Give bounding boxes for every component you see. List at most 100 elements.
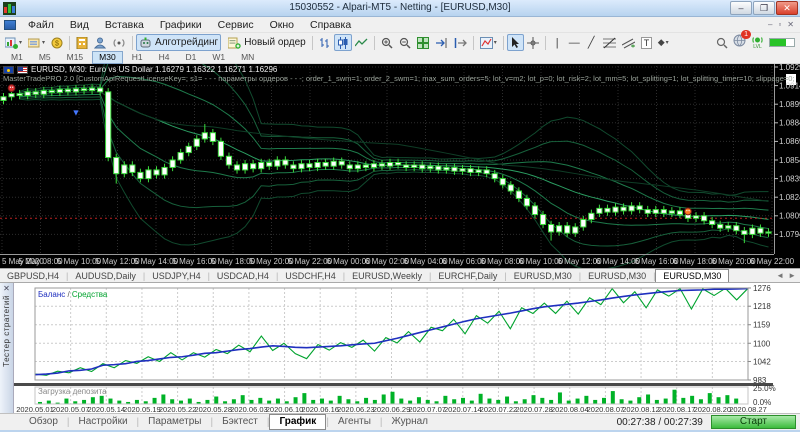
timeframe-M5[interactable]: M5	[32, 51, 58, 64]
tester-chart[interactable]: 1276121811591100104298325.0%0.0%Баланс /…	[0, 283, 800, 414]
chart-tab-GBPUSD,H4[interactable]: GBPUSD,H4	[0, 270, 66, 282]
data-window-button[interactable]	[73, 34, 91, 51]
tester-tab-График[interactable]: График	[269, 414, 327, 430]
data-window-icon	[76, 36, 88, 49]
zoom-in-icon	[381, 37, 393, 49]
chart-shift-icon	[454, 37, 467, 48]
maximize-button[interactable]: ❐	[753, 1, 775, 15]
history-center-button[interactable]: $	[48, 34, 66, 51]
new-order-button[interactable]: Новый ордер	[225, 34, 309, 51]
chart-window-icon	[4, 19, 16, 30]
horizontal-line-button[interactable]: —	[566, 34, 583, 51]
tabs-scroll-right-icon[interactable]: ►	[788, 271, 796, 280]
chart-tab-EURUSD,M30[interactable]: EURUSD,M30	[655, 268, 730, 283]
svg-text:1.08840: 1.08840	[779, 119, 800, 128]
tester-tab-Агенты[interactable]: Агенты	[329, 415, 380, 429]
svg-text:6 May 22:00: 6 May 22:00	[750, 257, 795, 266]
trendline-button[interactable]: ╱	[583, 34, 600, 51]
timeframe-H1[interactable]: H1	[125, 51, 150, 64]
menu-Сервис[interactable]: Сервис	[210, 18, 262, 32]
svg-text:1159: 1159	[753, 321, 771, 330]
svg-text:1.08540: 1.08540	[779, 156, 800, 165]
start-button[interactable]: Старт	[710, 415, 796, 429]
menu-Файл[interactable]: Файл	[20, 18, 62, 32]
svg-text:1100: 1100	[753, 339, 771, 348]
tester-tab-Параметры[interactable]: Параметры	[139, 415, 210, 429]
fibonacci-button[interactable]	[600, 34, 619, 51]
svg-text:T: T	[643, 38, 649, 48]
tester-tab-Обзор[interactable]: Обзор	[20, 415, 67, 429]
new-chart-button[interactable]: ▾	[2, 34, 25, 51]
timeframe-bar: M1 M5 M15 M30 H1 H4 D1 W1 MN	[0, 51, 800, 64]
algo-trading-button[interactable]: Алготрейдинг	[136, 34, 222, 51]
chart-tab-USDCAD,H4[interactable]: USDCAD,H4	[210, 270, 276, 282]
bars-chart-icon	[319, 37, 329, 48]
timeframe-M30[interactable]: M30	[92, 51, 123, 64]
auto-scroll-button[interactable]	[432, 34, 451, 51]
chart-tabs-bar: GBPUSD,H4 | AUDUSD,Daily | USDJPY,H4 | USDCAD,…	[0, 268, 800, 283]
search-icon[interactable]	[716, 37, 728, 49]
chart-tab-EURCHF,Daily[interactable]: EURCHF,Daily	[431, 270, 504, 282]
chart-tab-EURUSD,Weekly[interactable]: EURUSD,Weekly	[345, 270, 429, 282]
minimize-button[interactable]: –	[730, 1, 752, 15]
timeframe-H4[interactable]: H4	[152, 51, 177, 64]
contacts-button[interactable]	[91, 34, 109, 51]
svg-text:1042: 1042	[753, 357, 771, 366]
close-button[interactable]: ✕	[776, 1, 798, 15]
timeframe-D1[interactable]: D1	[178, 51, 203, 64]
zoom-out-button[interactable]	[396, 34, 414, 51]
profiles-button[interactable]: ▾	[25, 34, 48, 51]
mdi-minimize-icon[interactable]: –	[768, 20, 772, 29]
new-chart-icon	[5, 37, 18, 49]
symbol-ohlc-text: EURUSD, M30: Euro vs US Dollar 1.16279 1…	[31, 65, 278, 74]
timeframe-W1[interactable]: W1	[205, 51, 232, 64]
algo-trading-robot-icon	[140, 37, 151, 47]
tester-tab-Бэктест[interactable]: Бэктест	[213, 415, 267, 429]
vps-signal-icon[interactable]: LVL	[751, 36, 764, 49]
shapes-button[interactable]: ◆ ▾	[655, 34, 672, 51]
mdi-close-icon[interactable]: ✕	[787, 20, 794, 29]
svg-text:1218: 1218	[753, 302, 771, 311]
text-button[interactable]: T	[638, 34, 655, 51]
chart-shift-button[interactable]	[451, 34, 470, 51]
channels-button[interactable]	[619, 34, 638, 51]
indicators-button[interactable]: ▾	[477, 34, 500, 51]
svg-text:1.09290: 1.09290	[779, 64, 800, 72]
timeframe-M1[interactable]: M1	[4, 51, 30, 64]
chart-tab-USDJPY,H4[interactable]: USDJPY,H4	[145, 270, 207, 282]
tester-tab-Настройки[interactable]: Настройки	[70, 415, 137, 429]
timeframe-M15[interactable]: M15	[60, 51, 91, 64]
svg-text:1.08990: 1.08990	[779, 100, 800, 109]
menu-Вид[interactable]: Вид	[62, 18, 97, 32]
menu-Окно[interactable]: Окно	[262, 18, 302, 32]
tester-close-icon[interactable]: ✕	[3, 284, 10, 293]
candles-chart-button[interactable]	[333, 34, 352, 51]
mdi-restore-icon[interactable]: ▫	[778, 20, 781, 29]
channels-icon	[621, 38, 635, 48]
tabs-scroll-left-icon[interactable]: ◄	[776, 271, 784, 280]
svg-text:▼: ▼	[72, 107, 81, 117]
zoom-in-button[interactable]	[378, 34, 396, 51]
main-chart[interactable]: ▼1.092901.091401.089901.088401.086901.08…	[0, 6, 800, 270]
algo-trading-label: Алготрейдинг	[155, 37, 219, 48]
chart-tab-EURUSD,M30[interactable]: EURUSD,M30	[581, 270, 653, 282]
timeframe-MN[interactable]: MN	[234, 51, 261, 64]
tile-windows-icon	[416, 36, 429, 49]
crosshair-button[interactable]	[524, 34, 542, 51]
vertical-line-button[interactable]: |	[549, 34, 566, 51]
tester-tab-Журнал[interactable]: Журнал	[383, 415, 438, 429]
notifications-button[interactable]: 1	[733, 29, 751, 52]
chart-tab-USDCHF,H4[interactable]: USDCHF,H4	[278, 270, 343, 282]
chart-tab-AUDUSD,Daily[interactable]: AUDUSD,Daily	[68, 270, 143, 282]
bars-chart-button[interactable]	[316, 34, 334, 51]
candles-chart-icon	[337, 36, 348, 49]
chart-tab-EURUSD,M30[interactable]: EURUSD,M30	[507, 270, 579, 282]
tile-windows-button[interactable]	[414, 34, 432, 51]
signals-button[interactable]	[109, 34, 129, 51]
menu-Графики[interactable]: Графики	[152, 18, 210, 32]
menu-Справка[interactable]: Справка	[302, 18, 359, 32]
menu-Вставка[interactable]: Вставка	[97, 18, 152, 32]
tester-panel-title: Тестер стратегий	[2, 295, 11, 367]
cursor-button[interactable]	[506, 34, 524, 51]
line-chart-button[interactable]	[352, 34, 371, 51]
